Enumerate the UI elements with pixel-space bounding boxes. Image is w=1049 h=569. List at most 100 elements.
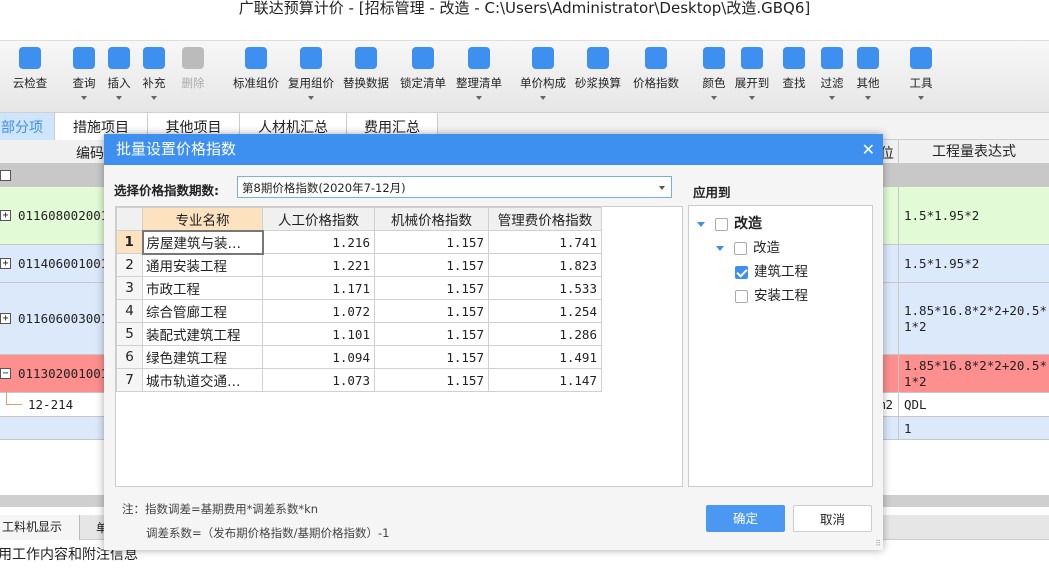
expand-icon[interactable]: + bbox=[0, 210, 11, 221]
price-index-row[interactable]: 5 装配式建筑工程 1.101 1.157 1.286 bbox=[116, 322, 602, 346]
col-index bbox=[116, 207, 143, 231]
machine-index[interactable]: 1.157 bbox=[374, 299, 489, 323]
machine-index[interactable]: 1.157 bbox=[374, 230, 489, 254]
labor-index[interactable]: 1.073 bbox=[262, 368, 375, 392]
specialty-name[interactable]: 绿色建筑工程 bbox=[142, 345, 263, 369]
header-expr: 工程量表达式 bbox=[898, 140, 1049, 164]
toolbar-button-label: 工具 bbox=[909, 76, 933, 90]
organize-list-icon bbox=[468, 47, 490, 69]
ok-button[interactable]: 确定 bbox=[706, 505, 785, 532]
mgmt-index[interactable]: 1.741 bbox=[488, 230, 602, 254]
toolbar-button-6[interactable]: 复用组价 bbox=[281, 47, 341, 100]
cloud-check-icon bbox=[19, 47, 41, 69]
mgmt-index[interactable]: 1.491 bbox=[488, 345, 602, 369]
price-index-row[interactable]: 2 通用安装工程 1.221 1.157 1.823 bbox=[116, 253, 602, 277]
checkbox[interactable] bbox=[735, 265, 748, 279]
toolbar-button-label: 价格指数 bbox=[633, 76, 679, 90]
machine-index[interactable]: 1.157 bbox=[374, 322, 489, 346]
checkbox[interactable] bbox=[715, 217, 728, 231]
mgmt-index[interactable]: 1.147 bbox=[488, 368, 602, 392]
checkbox[interactable] bbox=[734, 241, 747, 255]
labor-index[interactable]: 1.094 bbox=[262, 345, 375, 369]
price-index-row[interactable]: 4 综合管廊工程 1.072 1.157 1.254 bbox=[116, 299, 602, 323]
tree-node[interactable]: 建筑工程 bbox=[689, 260, 872, 284]
dropdown-arrow-icon[interactable] bbox=[81, 96, 87, 100]
machine-index[interactable]: 1.157 bbox=[374, 253, 489, 277]
labor-index[interactable]: 1.171 bbox=[262, 276, 375, 300]
row-code: 12-214 bbox=[28, 397, 74, 412]
dropdown-arrow-icon[interactable] bbox=[711, 96, 717, 100]
tools-icon bbox=[910, 47, 932, 69]
cancel-button[interactable]: 取消 bbox=[793, 505, 872, 532]
dropdown-arrow-icon[interactable] bbox=[151, 96, 157, 100]
dropdown-arrow-icon[interactable] bbox=[865, 96, 871, 100]
specialty-name[interactable]: 通用安装工程 bbox=[142, 253, 263, 277]
specialty-name[interactable]: 市政工程 bbox=[142, 276, 263, 300]
toolbar: 云检查 查询 插入 补充 删除 标准组价 复用组价 替换数据 锁定清单 整理清单 单价构成 砂浆换算价… bbox=[0, 40, 1049, 113]
apply-to-label: 应用到 bbox=[693, 185, 731, 200]
close-icon[interactable]: ✕ bbox=[862, 134, 875, 165]
toolbar-button-12[interactable]: 价格指数 bbox=[626, 47, 686, 91]
toolbar-button-17[interactable]: 其他 bbox=[838, 47, 898, 100]
standard-pricing-icon bbox=[245, 47, 267, 69]
expand-arrow-icon[interactable] bbox=[716, 245, 724, 251]
specialty-name[interactable]: 城市轨道交通… bbox=[142, 368, 263, 392]
mgmt-index[interactable]: 1.533 bbox=[488, 276, 602, 300]
price-index-table-panel: 专业名称 人工价格指数 机械价格指数 管理费价格指数 1 房屋建筑与装… 1.2… bbox=[115, 206, 683, 487]
dropdown-arrow-icon[interactable] bbox=[308, 96, 314, 100]
trash-icon bbox=[182, 47, 204, 69]
tree-node[interactable]: 改造 bbox=[689, 236, 872, 260]
mgmt-index[interactable]: 1.823 bbox=[488, 253, 602, 277]
expand-icon[interactable]: + bbox=[0, 258, 11, 269]
mgmt-index[interactable]: 1.254 bbox=[488, 299, 602, 323]
specialty-name[interactable]: 综合管廊工程 bbox=[142, 299, 263, 323]
tab-0[interactable]: 部分项 bbox=[0, 113, 55, 140]
specialty-name[interactable]: 装配式建筑工程 bbox=[142, 322, 263, 346]
toolbar-button-9[interactable]: 整理清单 bbox=[449, 47, 509, 100]
toolbar-button-8[interactable]: 锁定清单 bbox=[393, 47, 453, 91]
tree-node[interactable]: 改造 bbox=[689, 212, 872, 236]
toolbar-button-18[interactable]: 工具 bbox=[891, 47, 951, 100]
price-index-row[interactable]: 3 市政工程 1.171 1.157 1.533 bbox=[116, 276, 602, 300]
toolbar-button-10[interactable]: 单价构成 bbox=[513, 47, 573, 100]
tab-labor-material[interactable]: 工料机显示 bbox=[0, 515, 80, 540]
row-expr: 1 bbox=[898, 417, 1049, 439]
machine-index[interactable]: 1.157 bbox=[374, 276, 489, 300]
dropdown-arrow-icon[interactable] bbox=[918, 96, 924, 100]
row-code: 011406001001 bbox=[18, 256, 109, 271]
collapse-icon[interactable] bbox=[0, 169, 11, 181]
labor-index[interactable]: 1.216 bbox=[262, 230, 375, 254]
expand-arrow-icon[interactable] bbox=[697, 221, 705, 227]
batch-price-index-dialog: 批量设置价格指数 ✕ 选择价格指数期数: 第8期价格指数(2020年7-12月)… bbox=[104, 134, 883, 550]
dropdown-arrow-icon[interactable] bbox=[476, 96, 482, 100]
labor-index[interactable]: 1.221 bbox=[262, 253, 375, 277]
toolbar-button-4[interactable]: 删除 bbox=[163, 47, 223, 91]
price-index-row[interactable]: 6 绿色建筑工程 1.094 1.157 1.491 bbox=[116, 345, 602, 369]
dropdown-arrow-icon[interactable] bbox=[540, 96, 546, 100]
period-select[interactable]: 第8期价格指数(2020年7-12月) bbox=[237, 176, 672, 198]
toolbar-button-0[interactable]: 云检查 bbox=[0, 47, 60, 91]
collapse-icon[interactable]: − bbox=[0, 368, 11, 379]
row-expr: 1.85*16.8*2*2+20.5* 1*2 bbox=[898, 283, 1049, 354]
mgmt-index[interactable]: 1.286 bbox=[488, 322, 602, 346]
supplement-icon bbox=[143, 47, 165, 69]
tree-node[interactable]: 安装工程 bbox=[689, 284, 872, 308]
resize-grip-icon[interactable]: ⠿ bbox=[875, 539, 881, 548]
machine-index[interactable]: 1.157 bbox=[374, 345, 489, 369]
toolbar-button-11[interactable]: 砂浆换算 bbox=[568, 47, 628, 91]
price-index-row[interactable]: 7 城市轨道交通… 1.073 1.157 1.147 bbox=[116, 368, 602, 392]
labor-index[interactable]: 1.072 bbox=[262, 299, 375, 323]
dropdown-arrow-icon[interactable] bbox=[116, 96, 122, 100]
labor-index[interactable]: 1.101 bbox=[262, 322, 375, 346]
toolbar-button-7[interactable]: 替换数据 bbox=[336, 47, 396, 91]
machine-index[interactable]: 1.157 bbox=[374, 368, 489, 392]
dropdown-arrow-icon[interactable] bbox=[829, 96, 835, 100]
expand-icon[interactable]: + bbox=[0, 313, 11, 324]
header-code: 编码 bbox=[76, 146, 104, 162]
checkbox[interactable] bbox=[735, 289, 748, 303]
title-bar: 广联达预算计价 - [招标管理 - 改造 - C:\Users\Administ… bbox=[0, 0, 1049, 40]
price-index-row[interactable]: 1 房屋建筑与装… 1.216 1.157 1.741 bbox=[116, 229, 602, 255]
dropdown-arrow-icon[interactable] bbox=[749, 96, 755, 100]
specialty-name[interactable]: 房屋建筑与装… bbox=[141, 229, 264, 255]
toolbar-button-5[interactable]: 标准组价 bbox=[226, 47, 286, 91]
